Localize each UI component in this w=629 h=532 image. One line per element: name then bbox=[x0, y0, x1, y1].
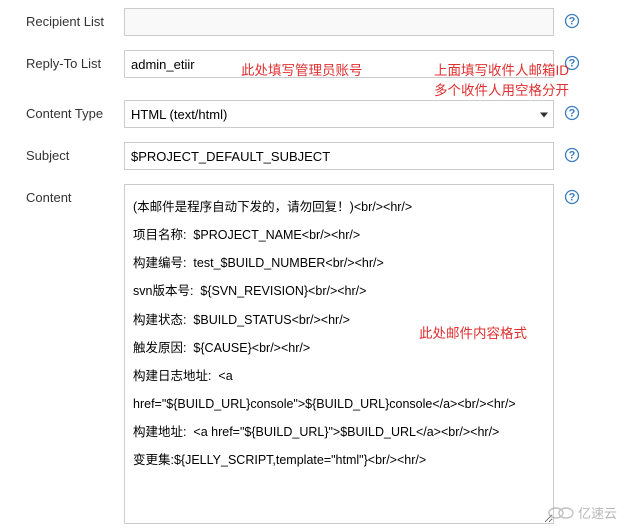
svg-text:?: ? bbox=[569, 108, 576, 120]
label-content: Content bbox=[6, 184, 124, 205]
svg-text:?: ? bbox=[569, 150, 576, 162]
wrap-recipient: ? bbox=[124, 8, 623, 36]
help-icon[interactable]: ? bbox=[564, 189, 580, 205]
email-config-form: Recipient List ? Reply-To List ? Content… bbox=[6, 8, 623, 524]
svg-text:?: ? bbox=[569, 16, 576, 28]
content-type-select[interactable] bbox=[124, 100, 554, 128]
watermark: 亿速云 bbox=[548, 503, 617, 522]
label-subject: Subject bbox=[6, 142, 124, 163]
content-type-select-wrap bbox=[124, 100, 554, 128]
row-content-type: Content Type ? bbox=[6, 100, 623, 128]
svg-text:?: ? bbox=[569, 58, 576, 70]
help-icon[interactable]: ? bbox=[564, 55, 580, 71]
wrap-content: ? bbox=[124, 184, 623, 524]
subject-input[interactable] bbox=[124, 142, 554, 170]
label-recipient-list: Recipient List bbox=[6, 8, 124, 29]
wrap-replyto: ? bbox=[124, 50, 623, 78]
wrap-content-type: ? bbox=[124, 100, 623, 128]
help-icon[interactable]: ? bbox=[564, 147, 580, 163]
wrap-subject: ? bbox=[124, 142, 623, 170]
watermark-text: 亿速云 bbox=[578, 503, 617, 522]
recipient-list-input[interactable] bbox=[124, 8, 554, 36]
row-recipient-list: Recipient List ? bbox=[6, 8, 623, 36]
row-content: Content ? bbox=[6, 184, 623, 524]
help-icon[interactable]: ? bbox=[564, 105, 580, 121]
replyto-list-input[interactable] bbox=[124, 50, 554, 78]
row-subject: Subject ? bbox=[6, 142, 623, 170]
svg-text:?: ? bbox=[569, 192, 576, 204]
help-icon[interactable]: ? bbox=[564, 13, 580, 29]
label-replyto-list: Reply-To List bbox=[6, 50, 124, 71]
label-content-type: Content Type bbox=[6, 100, 124, 121]
watermark-logo-icon bbox=[548, 505, 574, 521]
annotation-multiple-recipients: 多个收件人用空格分开 bbox=[434, 79, 569, 99]
row-replyto-list: Reply-To List ? bbox=[6, 50, 623, 78]
content-textarea[interactable] bbox=[124, 184, 554, 524]
